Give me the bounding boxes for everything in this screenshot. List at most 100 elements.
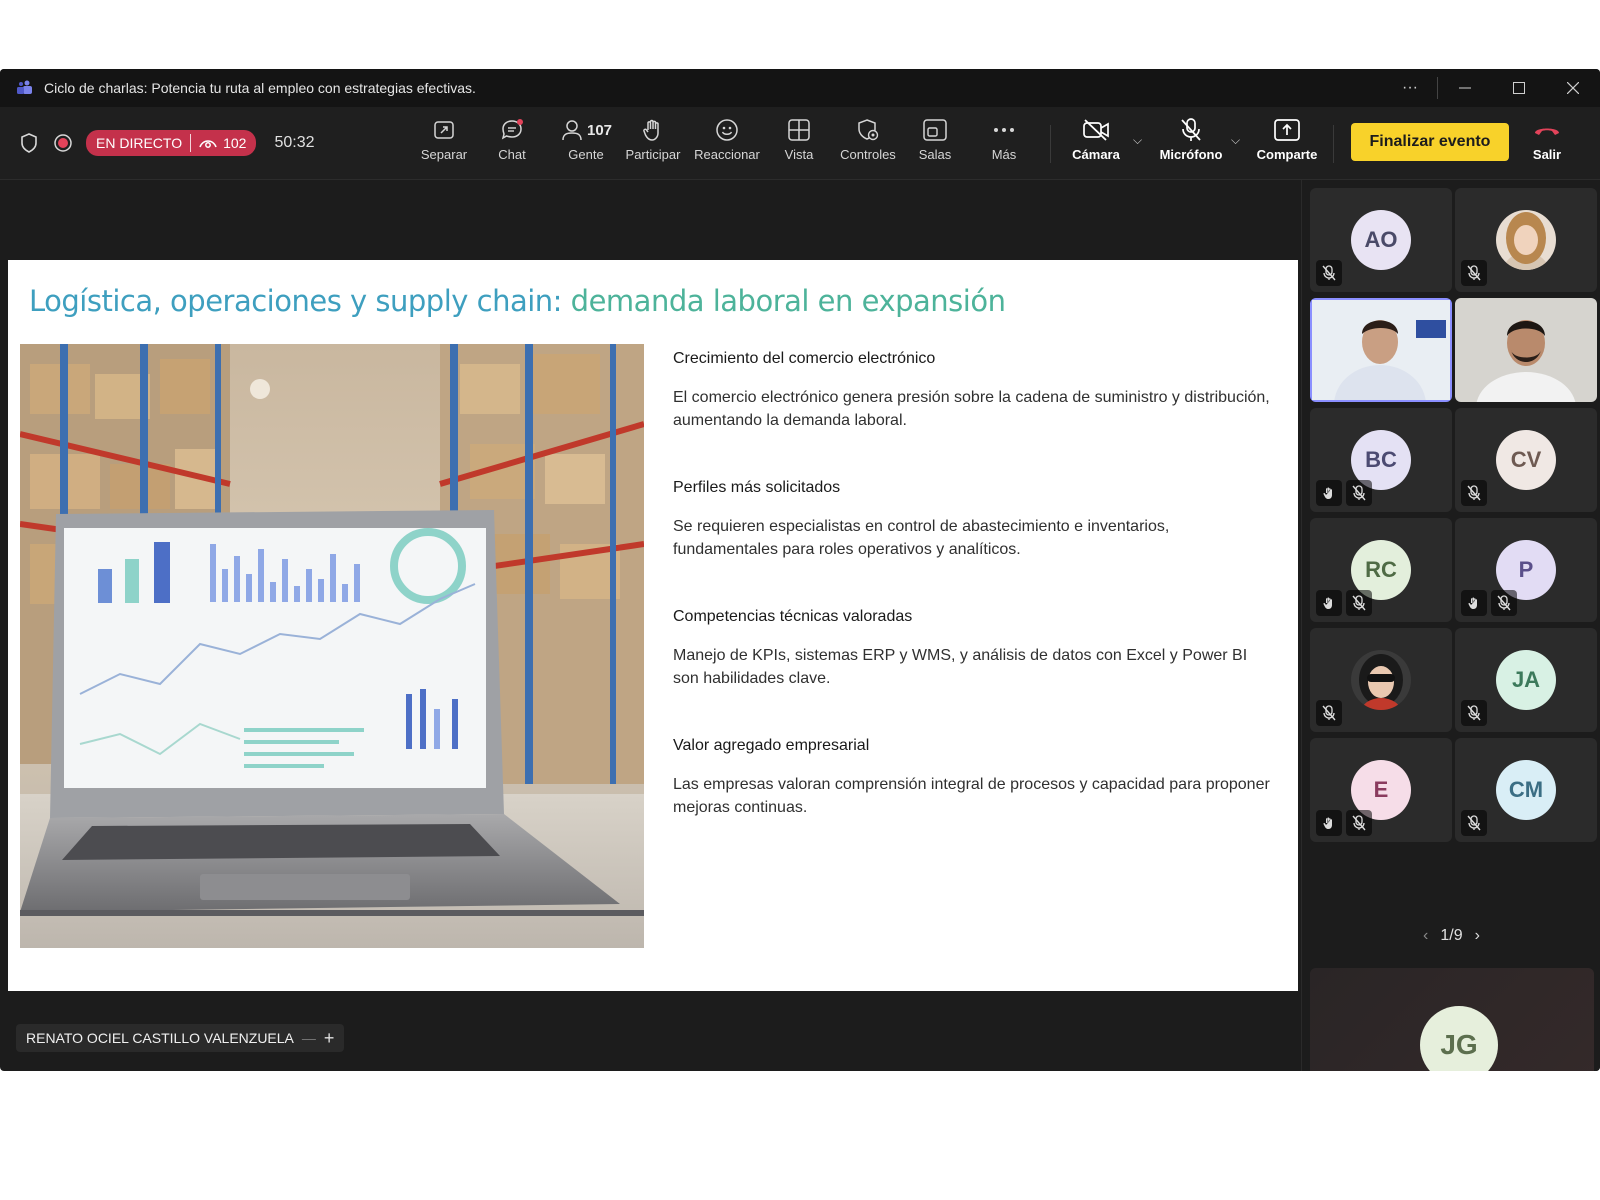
point-text: El comercio electrónico genera presión s… [673, 389, 1270, 429]
salir-label: Salir [1532, 147, 1562, 162]
salir-button[interactable]: Salir [1514, 115, 1580, 171]
point-heading: Crecimiento del comercio electrónico [673, 350, 936, 367]
gente-label: Gente [568, 147, 604, 162]
participant-tile[interactable]: JA [1455, 628, 1597, 732]
mic-off-icon [1346, 480, 1372, 506]
spotlight-participant-tile[interactable]: JG [1310, 968, 1594, 1071]
mic-off-icon [1491, 590, 1517, 616]
avatar: AO [1351, 210, 1411, 270]
slide-point: Crecimiento del comercio electrónico El … [673, 350, 1273, 432]
participant-tile[interactable] [1455, 188, 1597, 292]
participant-video [1312, 300, 1450, 402]
slide-title-part1: Logística, operaciones y supply chain: [29, 284, 571, 318]
comparte-button[interactable]: Comparte [1251, 115, 1323, 171]
microfono-button[interactable]: Micrófono [1154, 115, 1228, 171]
participant-tile[interactable] [1455, 298, 1597, 402]
meeting-timer: 50:32 [274, 134, 315, 151]
point-heading: Perfiles más solicitados [673, 479, 841, 496]
reaccionar-button[interactable]: Reaccionar [691, 115, 763, 171]
participant-tile[interactable]: E [1310, 738, 1452, 842]
pop-out-icon [433, 115, 455, 145]
participant-photo [1351, 650, 1411, 710]
separar-label: Separar [420, 147, 468, 162]
controles-label: Controles [840, 147, 896, 162]
participant-tile[interactable]: AO [1310, 188, 1452, 292]
add-icon[interactable]: + [324, 1028, 335, 1049]
title-bar: Ciclo de charlas: Potencia tu ruta al em… [0, 69, 1600, 107]
grid-view-icon [788, 115, 810, 145]
breakout-rooms-icon [923, 115, 947, 145]
more-options-icon[interactable]: ··· [1383, 69, 1437, 107]
raised-hand-icon [1316, 590, 1342, 616]
comparte-label: Comparte [1256, 147, 1318, 162]
chat-icon [499, 115, 525, 145]
participant-tile[interactable]: CM [1455, 738, 1597, 842]
participant-tile[interactable]: P [1455, 518, 1597, 622]
mic-off-icon [1461, 700, 1487, 726]
minimize-icon[interactable] [1438, 69, 1492, 107]
participants-gallery: AO BC CV RC P JA E CM ‹ 1/9 › JG [1301, 180, 1600, 1071]
mas-label: Más [991, 147, 1017, 162]
participant-tile[interactable]: CV [1455, 408, 1597, 512]
mic-off-icon [1316, 260, 1342, 286]
avatar: CV [1496, 430, 1556, 490]
salas-label: Salas [918, 147, 952, 162]
vista-button[interactable]: Vista [766, 115, 832, 171]
mic-off-icon [1461, 810, 1487, 836]
finalizar-evento-button[interactable]: Finalizar evento [1351, 123, 1509, 161]
camera-options-chevron-icon[interactable]: ⌵ [1133, 133, 1142, 148]
point-text: Se requieren especialistas en control de… [673, 518, 1170, 558]
teams-meeting-window: Ciclo de charlas: Potencia tu ruta al em… [0, 69, 1600, 1071]
participant-tile[interactable]: BC [1310, 408, 1452, 512]
page-indicator: 1/9 [1440, 927, 1463, 944]
maximize-icon[interactable] [1492, 69, 1546, 107]
point-text: Manejo de KPIs, sistemas ERP y WMS, y an… [673, 647, 1248, 687]
mic-off-icon [1346, 590, 1372, 616]
chat-button[interactable]: Chat [479, 115, 545, 171]
camara-button[interactable]: Cámara [1061, 115, 1131, 171]
mic-options-chevron-icon[interactable]: ⌵ [1231, 133, 1240, 148]
raise-hand-icon [642, 115, 664, 145]
participant-tile[interactable] [1310, 628, 1452, 732]
recording-icon[interactable] [52, 132, 74, 154]
slide-point: Competencias técnicas valoradas Manejo d… [673, 608, 1273, 690]
people-count: 107 [586, 121, 613, 139]
controles-button[interactable]: Controles [833, 115, 903, 171]
live-badge[interactable]: EN DIRECTO 102 [86, 130, 257, 156]
hang-up-icon [1533, 115, 1561, 145]
vista-label: Vista [784, 147, 814, 162]
warehouse-laptop-image [20, 344, 644, 948]
chevron-left-icon[interactable]: ‹ [1423, 927, 1428, 945]
close-icon[interactable] [1546, 69, 1600, 107]
gente-button[interactable]: 107 Gente [551, 115, 621, 171]
salas-button[interactable]: Salas [902, 115, 968, 171]
mic-off-icon [1346, 810, 1372, 836]
participar-label: Participar [625, 147, 681, 162]
avatar: CM [1496, 760, 1556, 820]
participant-tile[interactable] [1310, 298, 1452, 402]
camera-off-icon [1082, 115, 1110, 145]
presenter-name: RENATO OCIEL CASTILLO VALENZUELA [26, 1030, 294, 1046]
mic-off-icon [1316, 700, 1342, 726]
mas-button[interactable]: Más [971, 115, 1037, 171]
participant-tile[interactable]: RC [1310, 518, 1452, 622]
mic-off-icon [1461, 260, 1487, 286]
reaccionar-label: Reaccionar [694, 147, 760, 162]
separar-button[interactable]: Separar [411, 115, 477, 171]
participant-video [1455, 298, 1597, 402]
slide-title-part2: demanda laboral en expansión [570, 284, 1006, 318]
avatar: JG [1420, 1006, 1498, 1071]
more-icon [992, 115, 1016, 145]
viewer-count: 102 [223, 135, 247, 151]
participant-photo [1496, 210, 1556, 270]
mic-off-icon [1179, 115, 1203, 145]
participar-button[interactable]: Participar [620, 115, 686, 171]
raised-hand-icon [1316, 480, 1342, 506]
presenter-name-tag[interactable]: RENATO OCIEL CASTILLO VALENZUELA — + [16, 1024, 345, 1052]
camara-label: Cámara [1072, 147, 1120, 162]
point-heading: Valor agregado empresarial [673, 737, 870, 754]
microfono-label: Micrófono [1159, 147, 1223, 162]
meeting-toolbar: EN DIRECTO 102 50:32 Separar Chat 107 Ge… [0, 107, 1600, 180]
shield-icon[interactable] [18, 132, 40, 154]
chevron-right-icon[interactable]: › [1475, 927, 1480, 945]
